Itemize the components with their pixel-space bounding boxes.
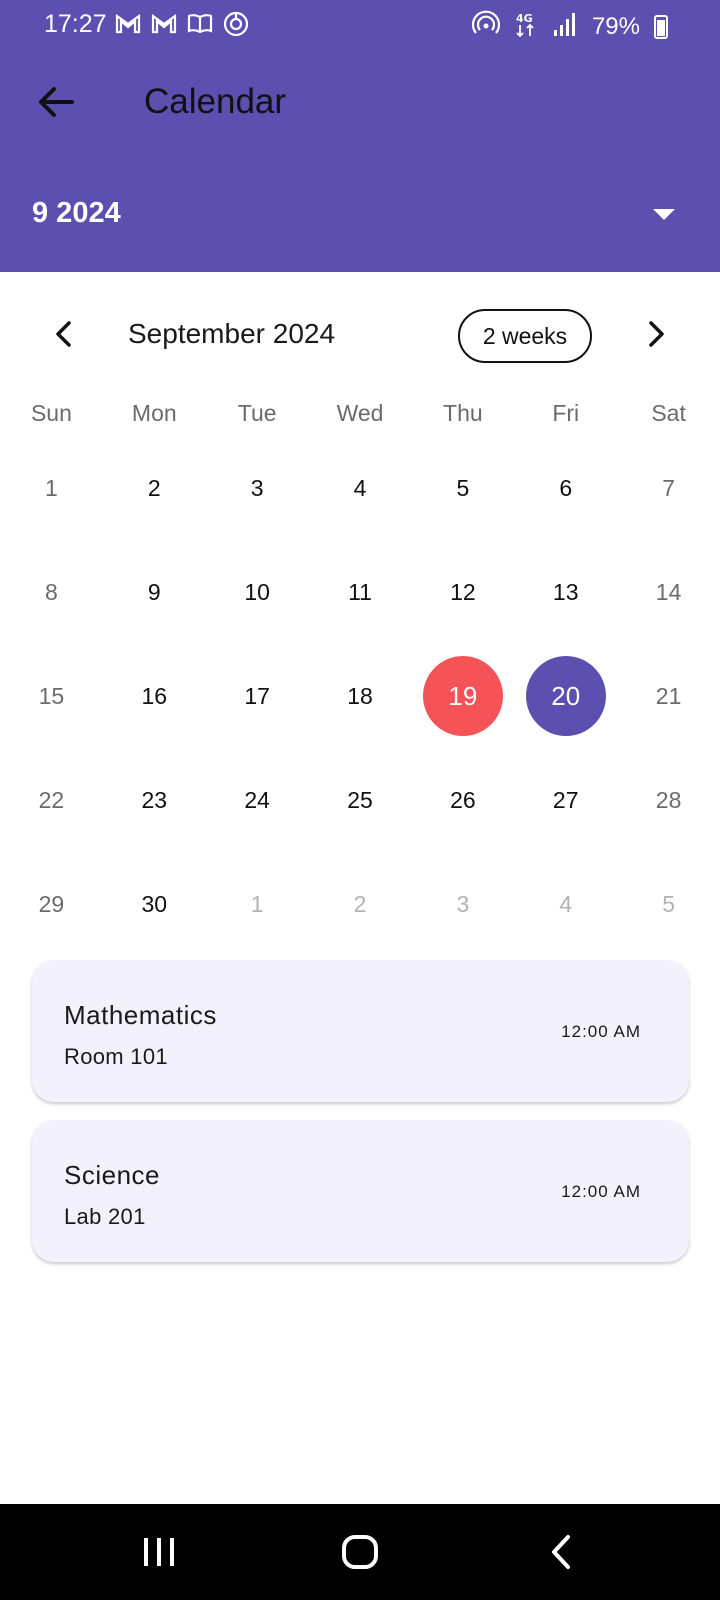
- calendar-day-outside-month[interactable]: 5: [617, 864, 720, 944]
- event-location: Lab 201: [64, 1204, 146, 1229]
- 4g-icon: 4G: [514, 10, 538, 43]
- calendar-day[interactable]: 18: [309, 656, 412, 736]
- calendar-day[interactable]: 24: [206, 760, 309, 840]
- calendar-month-title: September 2024: [128, 318, 336, 349]
- event-list: Mathematics Room 101 12:00 AM Science La…: [32, 960, 689, 1280]
- event-location: Room 101: [64, 1044, 168, 1069]
- calendar-day-outside-month[interactable]: 2: [309, 864, 412, 944]
- calendar-day[interactable]: 9: [103, 552, 206, 632]
- weekday-header-row: Sun Mon Tue Wed Thu Fri Sat: [0, 400, 720, 427]
- calendar-day[interactable]: 28: [617, 760, 720, 840]
- calendar-format-button[interactable]: 2 weeks: [458, 309, 592, 363]
- calendar-day[interactable]: 7: [617, 448, 720, 528]
- battery-charging-icon: [654, 14, 668, 39]
- calendar-day[interactable]: 29: [0, 864, 103, 944]
- calendar-day[interactable]: 12: [411, 552, 514, 632]
- signal-icon: [552, 10, 578, 43]
- event-time: 12:00 AM: [561, 1022, 641, 1041]
- system-back-button[interactable]: [542, 1532, 582, 1572]
- calendar-day[interactable]: 16: [103, 656, 206, 736]
- calendar-day[interactable]: 14: [617, 552, 720, 632]
- calendar-day[interactable]: 23: [103, 760, 206, 840]
- screen: 17:27 4G 79% Calendar 9 2024 September 2…: [0, 0, 720, 1600]
- hotspot-icon: [471, 10, 501, 43]
- calendar-day[interactable]: 1: [0, 448, 103, 528]
- calendar-day[interactable]: 15: [0, 656, 103, 736]
- weekday-label: Wed: [336, 400, 384, 426]
- calendar-day[interactable]: 2: [103, 448, 206, 528]
- calendar-day[interactable]: 4: [309, 448, 412, 528]
- month-selector-label[interactable]: 9 2024: [32, 197, 121, 230]
- calendar-day-outside-month[interactable]: 3: [411, 864, 514, 944]
- chevron-left-icon: [56, 321, 71, 347]
- calendar-week-row: 15 16 17 18 19 20 21: [0, 644, 720, 748]
- calendar-day[interactable]: 17: [206, 656, 309, 736]
- chevron-right-icon: [649, 321, 664, 347]
- event-card[interactable]: Science Lab 201 12:00 AM: [32, 1120, 689, 1262]
- weekday-label: Thu: [443, 400, 483, 426]
- calendar-day[interactable]: 26: [411, 760, 514, 840]
- calendar-day[interactable]: 22: [0, 760, 103, 840]
- previous-month-button[interactable]: [46, 316, 82, 352]
- calendar-week-row: 8 9 10 11 12 13 14: [0, 540, 720, 644]
- gmail-icon: [114, 10, 142, 38]
- calendar-day[interactable]: 3: [206, 448, 309, 528]
- weekday-label: Sat: [651, 400, 686, 426]
- calendar-day-outside-month[interactable]: 4: [514, 864, 617, 944]
- system-navigation-bar: [0, 1504, 720, 1600]
- calendar-day[interactable]: 27: [514, 760, 617, 840]
- calendar-day[interactable]: 6: [514, 448, 617, 528]
- calendar-week-row: 22 23 24 25 26 27 28: [0, 748, 720, 852]
- calendar-day[interactable]: 10: [206, 552, 309, 632]
- calendar-day[interactable]: 11: [309, 552, 412, 632]
- weekday-label: Mon: [131, 400, 177, 426]
- calendar-day[interactable]: 25: [309, 760, 412, 840]
- status-time: 17:27: [44, 10, 107, 38]
- calendar-day[interactable]: 5: [411, 448, 514, 528]
- calendar-day[interactable]: 13: [514, 552, 617, 632]
- home-button[interactable]: [340, 1532, 380, 1572]
- calendar-grid: 1 2 3 4 5 6 7 8 9 10 11 12 13 14 15 16 1…: [0, 436, 720, 956]
- gmail-icon: [150, 10, 178, 38]
- recents-icon: [144, 1538, 174, 1566]
- weekday-label: Sun: [30, 400, 72, 426]
- event-title: Mathematics: [64, 1000, 217, 1030]
- month-dropdown-button[interactable]: [650, 205, 678, 225]
- event-title: Science: [64, 1160, 160, 1190]
- home-icon: [342, 1535, 378, 1569]
- status-bar: 17:27 4G 79%: [0, 0, 720, 48]
- notification-icons: [114, 10, 250, 38]
- calendar-day-today[interactable]: 19: [411, 656, 514, 736]
- calendar-week-row: 29 30 1 2 3 4 5: [0, 852, 720, 956]
- calendar-day[interactable]: 21: [617, 656, 720, 736]
- calendar-week-row: 1 2 3 4 5 6 7: [0, 436, 720, 540]
- book-icon: [186, 10, 214, 38]
- calendar-day-outside-month[interactable]: 1: [206, 864, 309, 944]
- calendar-day[interactable]: 8: [0, 552, 103, 632]
- next-month-button[interactable]: [638, 316, 674, 352]
- svg-text:4G: 4G: [516, 12, 533, 25]
- status-right-group: 4G 79%: [471, 10, 668, 43]
- sync-icon: [222, 10, 250, 38]
- event-card[interactable]: Mathematics Room 101 12:00 AM: [32, 960, 689, 1102]
- event-time: 12:00 AM: [561, 1182, 641, 1201]
- back-chevron-icon: [552, 1535, 570, 1569]
- arrow-left-icon: [39, 87, 74, 117]
- page-title: Calendar: [144, 82, 287, 121]
- battery-percent: 79%: [591, 12, 640, 40]
- calendar-day[interactable]: 30: [103, 864, 206, 944]
- calendar-day-selected[interactable]: 20: [514, 656, 617, 736]
- dropdown-triangle-icon: [653, 209, 675, 220]
- recents-button[interactable]: [140, 1532, 180, 1572]
- weekday-label: Tue: [237, 400, 277, 426]
- back-button[interactable]: [34, 80, 78, 124]
- weekday-label: Fri: [552, 400, 580, 426]
- app-header: 17:27 4G 79% Calendar 9 2024: [0, 0, 720, 272]
